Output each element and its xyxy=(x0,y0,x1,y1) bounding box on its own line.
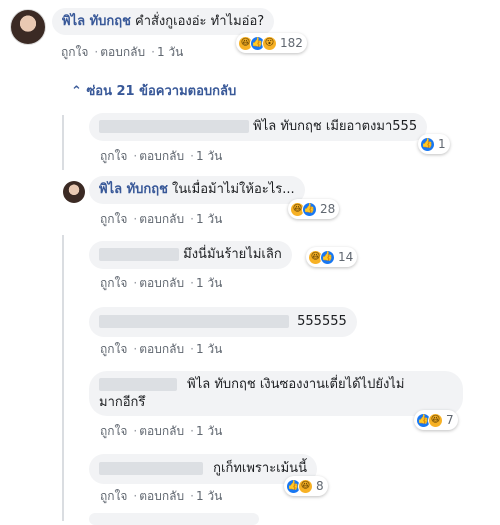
reply-text: มึงนี่มันร้ายไม่เลิก xyxy=(183,247,282,262)
reaction-count: 8 xyxy=(316,479,324,493)
comment-bubble: พิไล ทับกฤช คำสั่งกูเองอ่ะ ทำไมอ่อ? xyxy=(52,8,275,35)
reaction-count: 1 xyxy=(438,137,446,151)
hide-replies-link[interactable]: ⌃ ซ่อน 21 ข้อความตอบกลับ xyxy=(71,80,236,101)
reply-author[interactable]: พิไล ทับกฤช xyxy=(253,119,322,134)
comment-author[interactable]: พิไล ทับกฤช xyxy=(62,14,131,29)
reply-bubble: มึงนี่มันร้ายไม่เลิก xyxy=(89,241,292,269)
timestamp[interactable]: 1 วัน xyxy=(196,424,222,438)
reply-bubble: 555555 xyxy=(89,307,357,337)
timestamp[interactable]: 1 วัน xyxy=(196,276,222,290)
reply-actions: ถูกใจ · ตอบกลับ · 1 วัน xyxy=(100,489,223,503)
timestamp[interactable]: 1 วัน xyxy=(196,342,222,356)
haha-icon: 😆 xyxy=(298,478,313,494)
reply-link[interactable]: ตอบกลับ xyxy=(100,45,145,59)
reply-text: กูเก็ทเพราะเม้นนี้ xyxy=(213,461,307,476)
haha-icon: 😆 xyxy=(428,412,443,428)
redacted-name xyxy=(99,248,179,261)
reaction-summary[interactable]: 😆 👍 28 xyxy=(288,199,340,219)
reply-actions: ถูกใจ · ตอบกลับ · 1 วัน xyxy=(100,212,223,226)
reply-link[interactable]: ตอบกลับ xyxy=(139,489,184,503)
reply-text-line2: มากอีกรึ xyxy=(99,395,146,410)
thread-line xyxy=(62,115,64,170)
reaction-summary[interactable]: 😆 👍 😮 182 xyxy=(236,33,307,53)
timestamp[interactable]: 1 วัน xyxy=(196,149,222,163)
reply-actions: ถูกใจ · ตอบกลับ · 1 วัน xyxy=(100,149,223,163)
reply-actions: ถูกใจ · ตอบกลับ · 1 วัน xyxy=(100,276,223,290)
like-icon: 👍 xyxy=(320,249,335,265)
like-link[interactable]: ถูกใจ xyxy=(100,212,127,226)
reply-actions: ถูกใจ · ตอบกลับ · 1 วัน xyxy=(100,424,223,438)
like-link[interactable]: ถูกใจ xyxy=(100,276,127,290)
reaction-count: 14 xyxy=(338,250,354,264)
wow-icon: 😮 xyxy=(262,35,277,51)
like-link[interactable]: ถูกใจ xyxy=(100,342,127,356)
timestamp[interactable]: 1 วัน xyxy=(196,212,222,226)
like-link[interactable]: ถูกใจ xyxy=(100,489,127,503)
reply-text: 555555 xyxy=(297,314,347,329)
like-icon: 👍 xyxy=(302,201,317,217)
reply-link[interactable]: ตอบกลับ xyxy=(139,342,184,356)
avatar[interactable] xyxy=(10,9,46,45)
like-icon: 👍 xyxy=(420,136,435,152)
reaction-summary[interactable]: 😆 👍 14 xyxy=(306,247,358,267)
reaction-count: 182 xyxy=(280,36,303,50)
redacted-name xyxy=(99,462,203,475)
redacted-name xyxy=(99,120,249,133)
reply-text: เมียอาตงมา555 xyxy=(325,119,418,134)
like-link[interactable]: ถูกใจ xyxy=(100,149,127,163)
like-link[interactable]: ถูกใจ xyxy=(61,45,88,59)
reaction-count: 7 xyxy=(446,413,454,427)
reaction-summary[interactable]: 👍 😆 8 xyxy=(284,476,328,496)
timestamp[interactable]: 1 วัน xyxy=(196,489,222,503)
reply-link[interactable]: ตอบกลับ xyxy=(139,276,184,290)
reply-link[interactable]: ตอบกลับ xyxy=(139,424,184,438)
reaction-count: 28 xyxy=(320,202,336,216)
thread-line xyxy=(62,235,64,521)
reaction-summary[interactable]: 👍 😆 7 xyxy=(414,410,458,430)
reply-author[interactable]: พิไล ทับกฤช xyxy=(99,182,168,197)
reply-text-line1: พิไล ทับกฤช เงินซองงานเตี่ยได้ไปยังไม่ xyxy=(187,377,405,392)
hide-replies-label[interactable]: ซ่อน 21 ข้อความตอบกลับ xyxy=(86,84,236,99)
redacted-name xyxy=(99,315,289,328)
reaction-summary[interactable]: 👍 1 xyxy=(418,134,450,154)
comment-actions: ถูกใจ · ตอบกลับ · 1 วัน xyxy=(61,45,184,59)
reply-bubble: พิไล ทับกฤช เมียอาตงมา555 xyxy=(89,113,428,141)
reply-bubble: กูเก็ทเพราะเม้นนี้ xyxy=(89,454,317,484)
reply-bubble: พิไล ทับกฤช เงินซองงานเตี่ยได้ไปยังไม่ ม… xyxy=(89,371,463,416)
reply-text: ในเมื่อม้าไม่ให้อะไร... xyxy=(172,182,295,197)
like-link[interactable]: ถูกใจ xyxy=(100,424,127,438)
timestamp[interactable]: 1 วัน xyxy=(157,45,183,59)
reply-link[interactable]: ตอบกลับ xyxy=(139,212,184,226)
chevron-up-icon: ⌃ xyxy=(71,84,82,99)
comment-text: คำสั่งกูเองอ่ะ ทำไมอ่อ? xyxy=(135,14,265,29)
reply-bubble xyxy=(89,513,259,525)
reply-link[interactable]: ตอบกลับ xyxy=(139,149,184,163)
redacted-name xyxy=(99,378,177,391)
avatar[interactable] xyxy=(63,181,85,203)
reply-actions: ถูกใจ · ตอบกลับ · 1 วัน xyxy=(100,342,223,356)
reply-bubble: พิไล ทับกฤช ในเมื่อม้าไม่ให้อะไร... xyxy=(89,176,305,204)
